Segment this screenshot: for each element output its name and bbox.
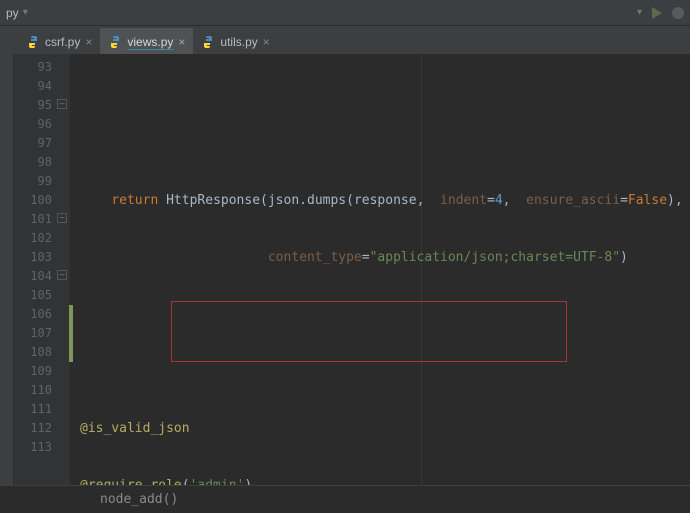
python-file-icon [108,35,122,49]
code-area[interactable]: return HttpResponse(json.dumps(response,… [70,54,690,485]
fold-marker-icon[interactable]: – [57,99,67,109]
line-number: 106 [14,305,70,324]
tab-utils-py[interactable]: utils.py × [193,28,277,54]
code-line: @require_role('admin') [70,476,690,485]
line-number: 108 [14,343,70,362]
run-icon[interactable] [652,7,662,19]
python-file-icon [26,35,40,49]
code-line [70,362,690,381]
line-number: 96 [14,115,70,134]
line-gutter[interactable]: 93 94 95– 96 97 98 99 100 101– 102 103 1… [14,54,70,485]
breadcrumb-bar: node_add() [0,485,690,513]
breadcrumb-function[interactable]: node_add() [100,492,178,507]
line-number: 111 [14,400,70,419]
line-number: 105 [14,286,70,305]
line-number: 95– [14,96,70,115]
close-icon[interactable]: × [178,36,185,48]
line-number: 100 [14,191,70,210]
run-config-chevron-icon[interactable]: ▾ [637,7,642,18]
tab-label: views.py [127,35,173,49]
code-line: return HttpResponse(json.dumps(response,… [70,191,690,210]
file-type-hint: py [6,6,19,20]
line-number: 112 [14,419,70,438]
line-number: 94 [14,77,70,96]
line-number: 103 [14,248,70,267]
tab-label: csrf.py [45,35,80,49]
python-file-icon [201,35,215,49]
editor-tabs: csrf.py × views.py × utils.py × [0,26,690,54]
tab-label: utils.py [220,35,257,49]
project-tool-stripe[interactable] [0,54,14,485]
code-line: content_type="application/json;charset=U… [70,248,690,267]
line-number: 109 [14,362,70,381]
code-line: @is_valid_json [70,419,690,438]
line-number: 101– [14,210,70,229]
tab-views-py[interactable]: views.py × [100,28,193,54]
line-number: 99 [14,172,70,191]
chevron-down-icon[interactable]: ▾ [23,7,28,18]
toolbar-left: py ▾ [6,6,28,20]
code-line [70,134,690,153]
fold-marker-icon[interactable]: – [57,213,67,223]
line-number: 113 [14,438,70,457]
tab-csrf-py[interactable]: csrf.py × [18,28,100,54]
line-number: 93 [14,58,70,77]
fold-marker-icon[interactable]: – [57,270,67,280]
debug-icon[interactable] [672,7,684,19]
line-number: 98 [14,153,70,172]
code-line [70,305,690,324]
toolbar: py ▾ ▾ [0,0,690,26]
close-icon[interactable]: × [263,36,270,48]
line-number: 110 [14,381,70,400]
line-number: 104– [14,267,70,286]
line-number: 102 [14,229,70,248]
editor[interactable]: 93 94 95– 96 97 98 99 100 101– 102 103 1… [0,54,690,485]
close-icon[interactable]: × [85,36,92,48]
line-number: 107 [14,324,70,343]
toolbar-right: ▾ [637,7,684,19]
line-number: 97 [14,134,70,153]
